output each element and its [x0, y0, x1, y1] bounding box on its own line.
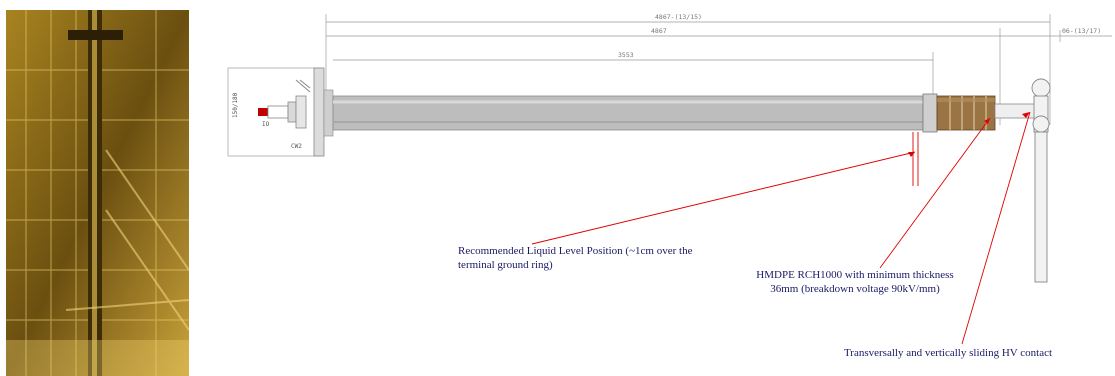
hmdpe-annotation: HMDPE RCH1000 with minimum thickness 36m…: [756, 269, 954, 295]
mounting-flange: [313, 67, 325, 157]
hv-contact-assembly: [1031, 78, 1051, 283]
feedthrough-tube: [332, 95, 924, 131]
dimension-overall-top: 4867-(13/15): [655, 13, 702, 21]
hv-contact-annotation: Transversally and vertically sliding HV …: [843, 347, 1053, 359]
annotation-leaders: [531, 111, 1031, 345]
connector-tag-label: IO: [262, 121, 270, 128]
hmdpe-insulator: [936, 95, 996, 131]
dimension-right-offset: 06-(13/17): [1062, 27, 1101, 35]
dimension-inner-length: 3553: [618, 51, 634, 59]
terminal-ground-ring: [922, 93, 938, 133]
flange-collar: [323, 89, 334, 137]
feedthrough-drawing: 4867-(13/15) 4867 3553 06-(13/17) 150/18…: [227, 13, 1112, 345]
flange-tag-label: CW2: [291, 143, 302, 150]
flange-height-label: 150/180: [232, 92, 239, 118]
liquid-level-annotation: Recommended Liquid Level Position (~1cm …: [458, 245, 693, 271]
dimension-overall-second: 4867: [651, 27, 667, 35]
